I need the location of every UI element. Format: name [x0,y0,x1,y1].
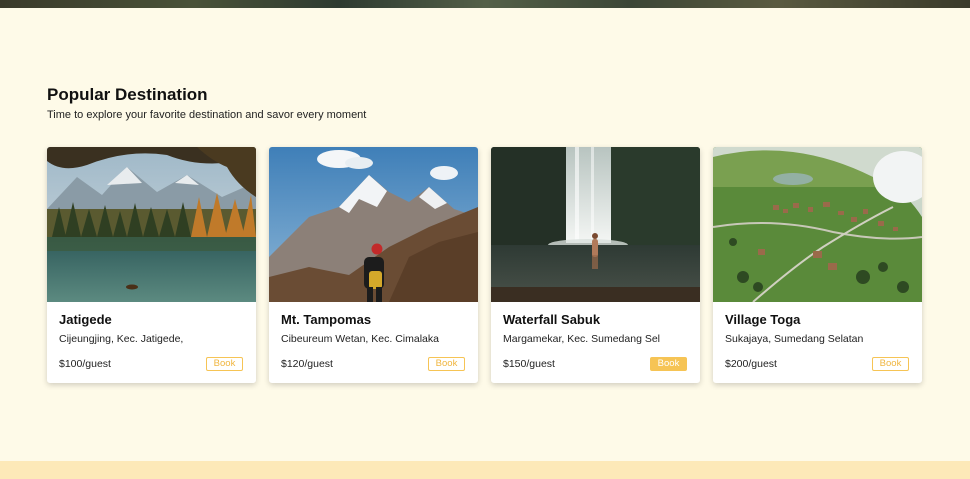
card-price: $150/guest [503,358,555,370]
card-location: Margamekar, Kec. Sumedang Sel [503,333,660,345]
lake-forest-mountains-photo [47,147,256,302]
card-location: Cijeungjing, Kec. Jatigede, [59,333,184,345]
destination-card-village-toga[interactable]: Village Toga Sukajaya, Sumedang Selatan … [713,147,922,383]
card-price: $100/guest [59,358,111,370]
section-title: Popular Destination [47,85,208,104]
footer-strip [0,461,970,479]
book-button[interactable]: Book [872,357,909,371]
section-subtitle: Time to explore your favorite destinatio… [47,109,367,121]
hero-image-bottom-edge [0,0,970,8]
waterfall-pool-photo [491,147,700,302]
book-button[interactable]: Book [650,357,687,371]
book-button[interactable]: Book [206,357,243,371]
destination-card-mt-tampomas[interactable]: Mt. Tampomas Cibeureum Wetan, Kec. Cimal… [269,147,478,383]
destination-card-jatigede[interactable]: Jatigede Cijeungjing, Kec. Jatigede, $10… [47,147,256,383]
card-title: Village Toga [725,312,801,327]
card-title: Mt. Tampomas [281,312,372,327]
book-button[interactable]: Book [428,357,465,371]
card-title: Jatigede [59,312,112,327]
card-location: Sukajaya, Sumedang Selatan [725,333,864,345]
card-title: Waterfall Sabuk [503,312,601,327]
destination-cards: Jatigede Cijeungjing, Kec. Jatigede, $10… [47,147,922,383]
card-price: $120/guest [281,358,333,370]
card-location: Cibeureum Wetan, Kec. Cimalaka [281,333,439,345]
aerial-village-photo [713,147,922,302]
card-price: $200/guest [725,358,777,370]
destination-card-waterfall-sabuk[interactable]: Waterfall Sabuk Margamekar, Kec. Sumedan… [491,147,700,383]
hiker-snowy-mountain-photo [269,147,478,302]
